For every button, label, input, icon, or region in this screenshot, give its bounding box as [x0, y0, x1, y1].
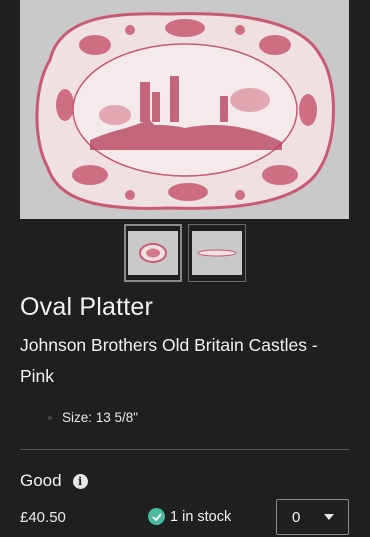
quantity-value: 0 [292, 508, 301, 526]
thumbnail-platter-side-view[interactable] [188, 224, 246, 282]
thumbnail-strip [124, 224, 246, 282]
quantity-select[interactable]: 0 [276, 499, 349, 535]
spec-size-text: Size: 13 5/8" [62, 410, 139, 425]
condition-row: Good i [20, 471, 88, 491]
thumbnail-platter-top-view[interactable] [124, 224, 182, 282]
product-title: Oval Platter [20, 293, 154, 321]
chevron-down-icon [324, 514, 334, 520]
check-icon [148, 508, 165, 525]
stock-status: 1 in stock [148, 508, 231, 525]
price: £40.50 [20, 509, 66, 526]
product-main-image[interactable] [20, 0, 349, 219]
condition-label: Good [20, 471, 62, 490]
info-icon[interactable]: i [72, 473, 88, 489]
spec-item: Size: 13 5/8" [48, 410, 138, 425]
stock-text: 1 in stock [170, 508, 232, 525]
product-subtitle: Johnson Brothers Old Britain Castles - P… [20, 335, 318, 386]
bullet-icon [48, 415, 52, 420]
divider [20, 449, 349, 450]
